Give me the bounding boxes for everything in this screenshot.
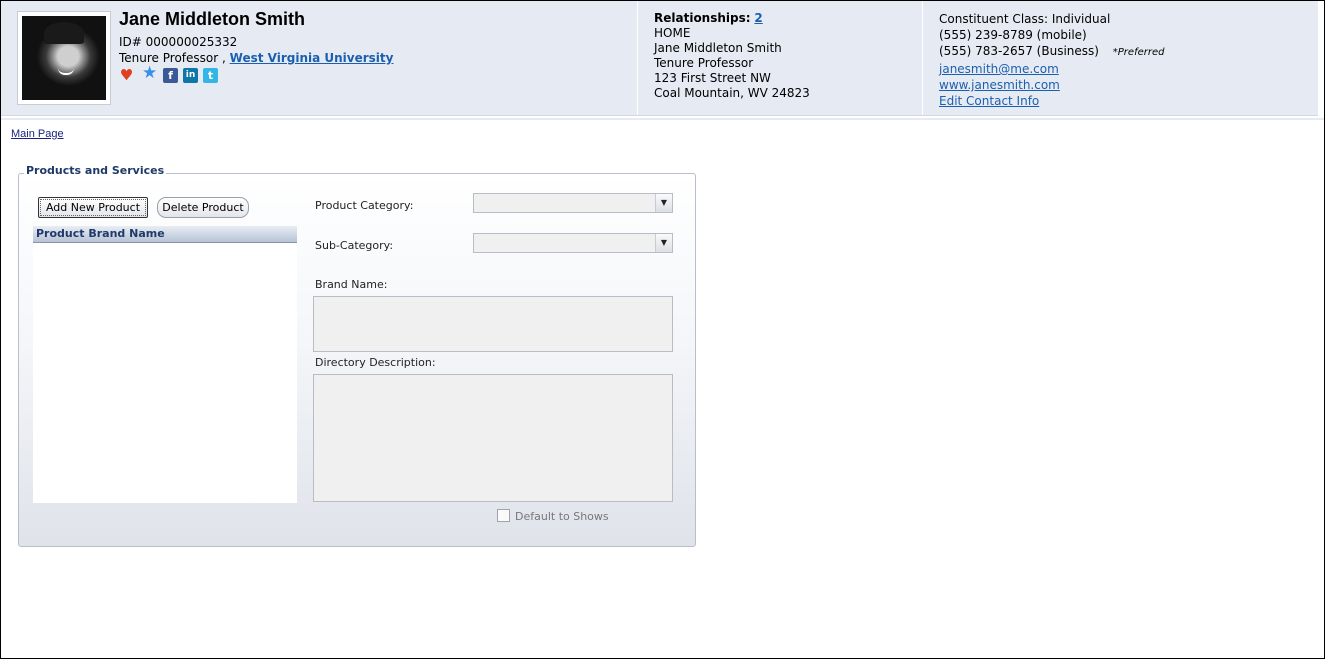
- edit-contact-link[interactable]: Edit Contact Info: [939, 94, 1039, 108]
- address-street: 123 First Street NW: [654, 71, 771, 85]
- directory-description-label: Directory Description:: [315, 356, 436, 369]
- facebook-icon[interactable]: f: [163, 68, 178, 83]
- product-list-header: Product Brand Name: [33, 226, 297, 243]
- chevron-down-icon[interactable]: ▼: [655, 234, 672, 252]
- address-title: Tenure Professor: [654, 56, 754, 70]
- main-page-link[interactable]: Main Page: [11, 128, 64, 140]
- profile-id: ID# 000000025332: [119, 35, 238, 49]
- default-to-shows-checkbox[interactable]: [497, 509, 510, 522]
- profile-title: Tenure Professor ,: [119, 51, 226, 65]
- brand-name-label: Brand Name:: [315, 278, 388, 291]
- avatar: [22, 16, 106, 100]
- phone-business: (555) 783-2657 (Business): [939, 44, 1099, 58]
- header-divider: [1, 118, 1324, 120]
- address-city: Coal Mountain, WV 24823: [654, 86, 810, 100]
- sub-category-select[interactable]: ▼: [473, 233, 673, 253]
- product-category-select[interactable]: ▼: [473, 193, 673, 213]
- star-icon[interactable]: ★: [142, 65, 157, 82]
- profile-photo: [17, 11, 111, 105]
- relationships-label: Relationships:: [654, 11, 751, 25]
- organization-link[interactable]: West Virginia University: [230, 51, 394, 65]
- product-category-label: Product Category:: [315, 199, 414, 212]
- profile-title-line: Tenure Professor , West Virginia Univers…: [119, 51, 393, 65]
- heart-icon[interactable]: ♥: [119, 68, 134, 83]
- chevron-down-icon[interactable]: ▼: [655, 194, 672, 212]
- default-to-shows-label: Default to Shows: [515, 510, 609, 523]
- header-column-divider: [922, 1, 923, 115]
- twitter-icon[interactable]: t: [203, 68, 218, 83]
- relationships-count-link[interactable]: 2: [754, 11, 762, 25]
- product-list[interactable]: Product Brand Name: [33, 226, 297, 503]
- contact-block: Constituent Class: Individual (555) 239-…: [939, 11, 1164, 109]
- address-name: Jane Middleton Smith: [654, 41, 782, 55]
- header-column-divider: [637, 1, 638, 115]
- website-link[interactable]: www.janesmith.com: [939, 78, 1060, 92]
- email-link[interactable]: janesmith@me.com: [939, 62, 1059, 76]
- products-legend: Products and Services: [24, 164, 167, 177]
- relationships-block: Relationships: 2 HOME Jane Middleton Smi…: [654, 11, 810, 101]
- phone-mobile: (555) 239-8789 (mobile): [939, 28, 1087, 42]
- brand-name-input[interactable]: [313, 296, 673, 352]
- profile-name: Jane Middleton Smith: [119, 9, 306, 29]
- add-product-button[interactable]: Add New Product: [38, 197, 148, 218]
- delete-product-button[interactable]: Delete Product: [157, 197, 249, 218]
- constituent-class: Constituent Class: Individual: [939, 12, 1111, 26]
- address-type: HOME: [654, 26, 691, 40]
- directory-description-input[interactable]: [313, 374, 673, 502]
- sub-category-label: Sub-Category:: [315, 239, 394, 252]
- preferred-badge: *Preferred: [1112, 47, 1165, 58]
- linkedin-icon[interactable]: in: [183, 68, 198, 83]
